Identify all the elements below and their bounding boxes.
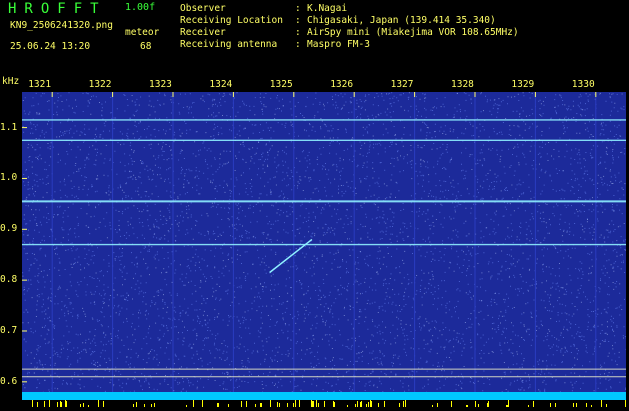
activity-bars bbox=[32, 400, 626, 407]
y-tick-label: 1.0 bbox=[0, 172, 18, 184]
datetime: 25.06.24 13:20 bbox=[10, 41, 91, 52]
app-version: 1.00f bbox=[125, 2, 156, 13]
y-tick-label: 0.8 bbox=[0, 274, 18, 286]
observer-label: Observer bbox=[180, 3, 226, 14]
app-title: HROFFT bbox=[8, 1, 107, 17]
x-axis-tick-labels: 1321 1322 1323 1324 1325 1326 1327 1328 1329 1330 bbox=[0, 80, 629, 92]
x-tick-label: 1328 bbox=[451, 79, 474, 90]
receiver-value: AirSpy mini (Miakejima VOR 108.65MHz) bbox=[307, 27, 519, 38]
info-separator: : bbox=[295, 39, 301, 50]
y-tick-label: 1.1 bbox=[0, 121, 18, 133]
y-tick-label: 0.7 bbox=[0, 324, 18, 336]
info-separator: : bbox=[295, 3, 301, 14]
info-separator: : bbox=[295, 15, 301, 26]
x-tick-label: 1322 bbox=[88, 79, 112, 90]
x-tick-label: 1327 bbox=[390, 79, 414, 90]
y-axis-tick-labels: 1.1 1.0 0.9 0.8 0.7 0.6 bbox=[0, 0, 22, 400]
location-value: Chigasaki, Japan (139.414 35.340) bbox=[307, 15, 496, 26]
x-tick-label: 1321 bbox=[28, 79, 52, 90]
bottom-strip bbox=[22, 392, 626, 407]
location-label: Receiving Location bbox=[180, 15, 283, 26]
x-tick-label: 1330 bbox=[571, 79, 595, 90]
meteor-label: meteor bbox=[125, 27, 160, 38]
spectrogram-svg bbox=[22, 92, 626, 392]
antenna-value: Maspro FM-3 bbox=[307, 39, 370, 50]
antenna-label: Receiving antenna bbox=[180, 39, 278, 50]
spectrogram-plot bbox=[22, 92, 626, 392]
x-tick-label: 1325 bbox=[269, 79, 293, 90]
observer-value: K.Nagai bbox=[307, 3, 348, 14]
x-tick-label: 1329 bbox=[511, 79, 535, 90]
x-tick-label: 1326 bbox=[330, 79, 354, 90]
meteor-count: 68 bbox=[140, 41, 152, 52]
header-panel: HROFFT 1.00f KN9_2506241320.png meteor 2… bbox=[0, 0, 629, 74]
y-tick-label: 0.6 bbox=[0, 375, 18, 387]
x-tick-label: 1323 bbox=[149, 79, 172, 90]
file-name: KN9_2506241320.png bbox=[10, 20, 113, 31]
x-tick-label: 1324 bbox=[209, 79, 233, 90]
info-separator: : bbox=[295, 27, 301, 38]
receiver-label: Receiver bbox=[180, 27, 226, 38]
y-tick-label: 0.9 bbox=[0, 223, 18, 235]
bottom-strip-svg bbox=[32, 400, 626, 407]
